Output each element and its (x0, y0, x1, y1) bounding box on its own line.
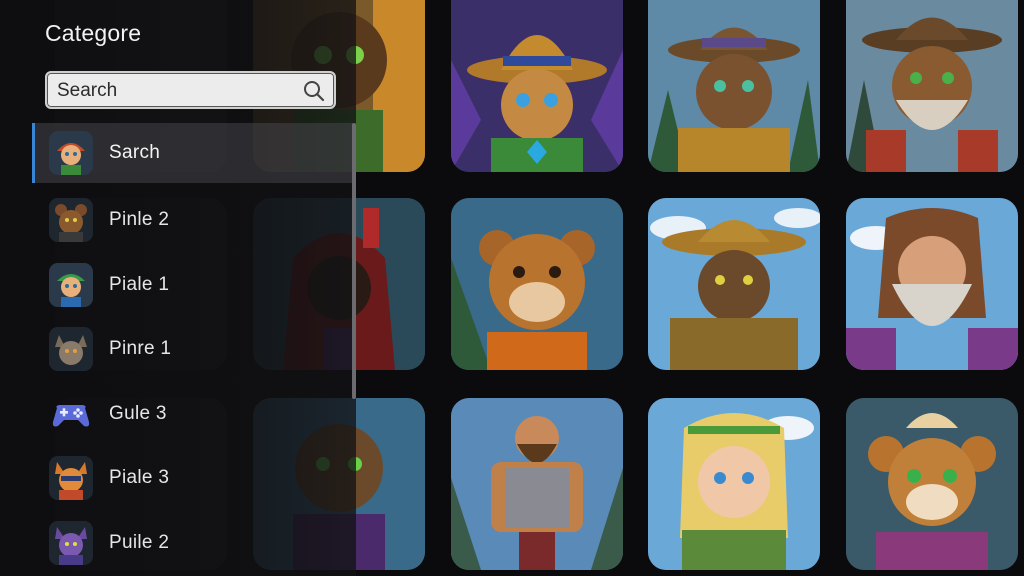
category-item-sarch[interactable]: Sarch (32, 123, 354, 183)
search-box[interactable] (45, 71, 336, 109)
category-label: Piale 1 (109, 273, 170, 295)
category-label: Pinle 2 (109, 209, 170, 231)
game-tile[interactable] (846, 198, 1018, 370)
category-label: Piale 3 (109, 467, 170, 489)
barbarian-warrior-icon (451, 398, 623, 570)
bear-cowboy-icon (648, 0, 820, 172)
cat-avatar-icon (49, 520, 93, 565)
elf-avatar-icon (49, 262, 93, 307)
armored-cowboy-bear-icon (648, 198, 820, 370)
panel-title: Categore (45, 20, 142, 46)
category-panel: Categore Sarch (0, 0, 356, 576)
category-item-pinle-2[interactable]: Pinle 2 (32, 188, 354, 253)
elf-avatar-icon (49, 131, 93, 175)
blonde-elf-girl-icon (648, 398, 820, 570)
fox-avatar-icon (49, 456, 93, 501)
gamepad-icon (49, 392, 93, 436)
category-label: Sarch (109, 142, 161, 163)
panel-scrollbar[interactable] (352, 123, 356, 399)
game-tile[interactable] (451, 0, 623, 172)
blond-bear-icon (846, 398, 1018, 570)
category-item-piale-1[interactable]: Piale 1 (32, 253, 354, 318)
category-label: Gule 3 (109, 402, 167, 424)
bear-avatar-icon (49, 198, 93, 243)
bear-blue-hat-icon (451, 0, 623, 172)
search-icon[interactable] (302, 79, 326, 103)
category-list: Sarch Pinle 2 Piale 1 Pinre 1 Gule 3 Pia… (32, 123, 354, 575)
search-input[interactable] (57, 77, 297, 105)
wolf-avatar-icon (49, 327, 93, 372)
game-tile[interactable] (648, 198, 820, 370)
category-item-pinre-1[interactable]: Pinre 1 (32, 317, 354, 382)
bearded-dwarf-icon (846, 198, 1018, 370)
game-tile[interactable] (451, 198, 623, 370)
category-item-puile-2[interactable]: Puile 2 (32, 511, 354, 576)
game-tile[interactable] (846, 0, 1018, 172)
bear-bearded-icon (846, 0, 1018, 172)
category-item-gule-3[interactable]: Gule 3 (32, 382, 354, 447)
game-tile[interactable] (648, 398, 820, 570)
game-tile[interactable] (846, 398, 1018, 570)
category-label: Pinre 1 (109, 338, 172, 360)
category-label: Puile 2 (109, 531, 170, 553)
smiling-bear-icon (451, 198, 623, 370)
game-tile[interactable] (451, 398, 623, 570)
game-tile[interactable] (648, 0, 820, 172)
category-item-piale-3[interactable]: Piale 3 (32, 446, 354, 511)
